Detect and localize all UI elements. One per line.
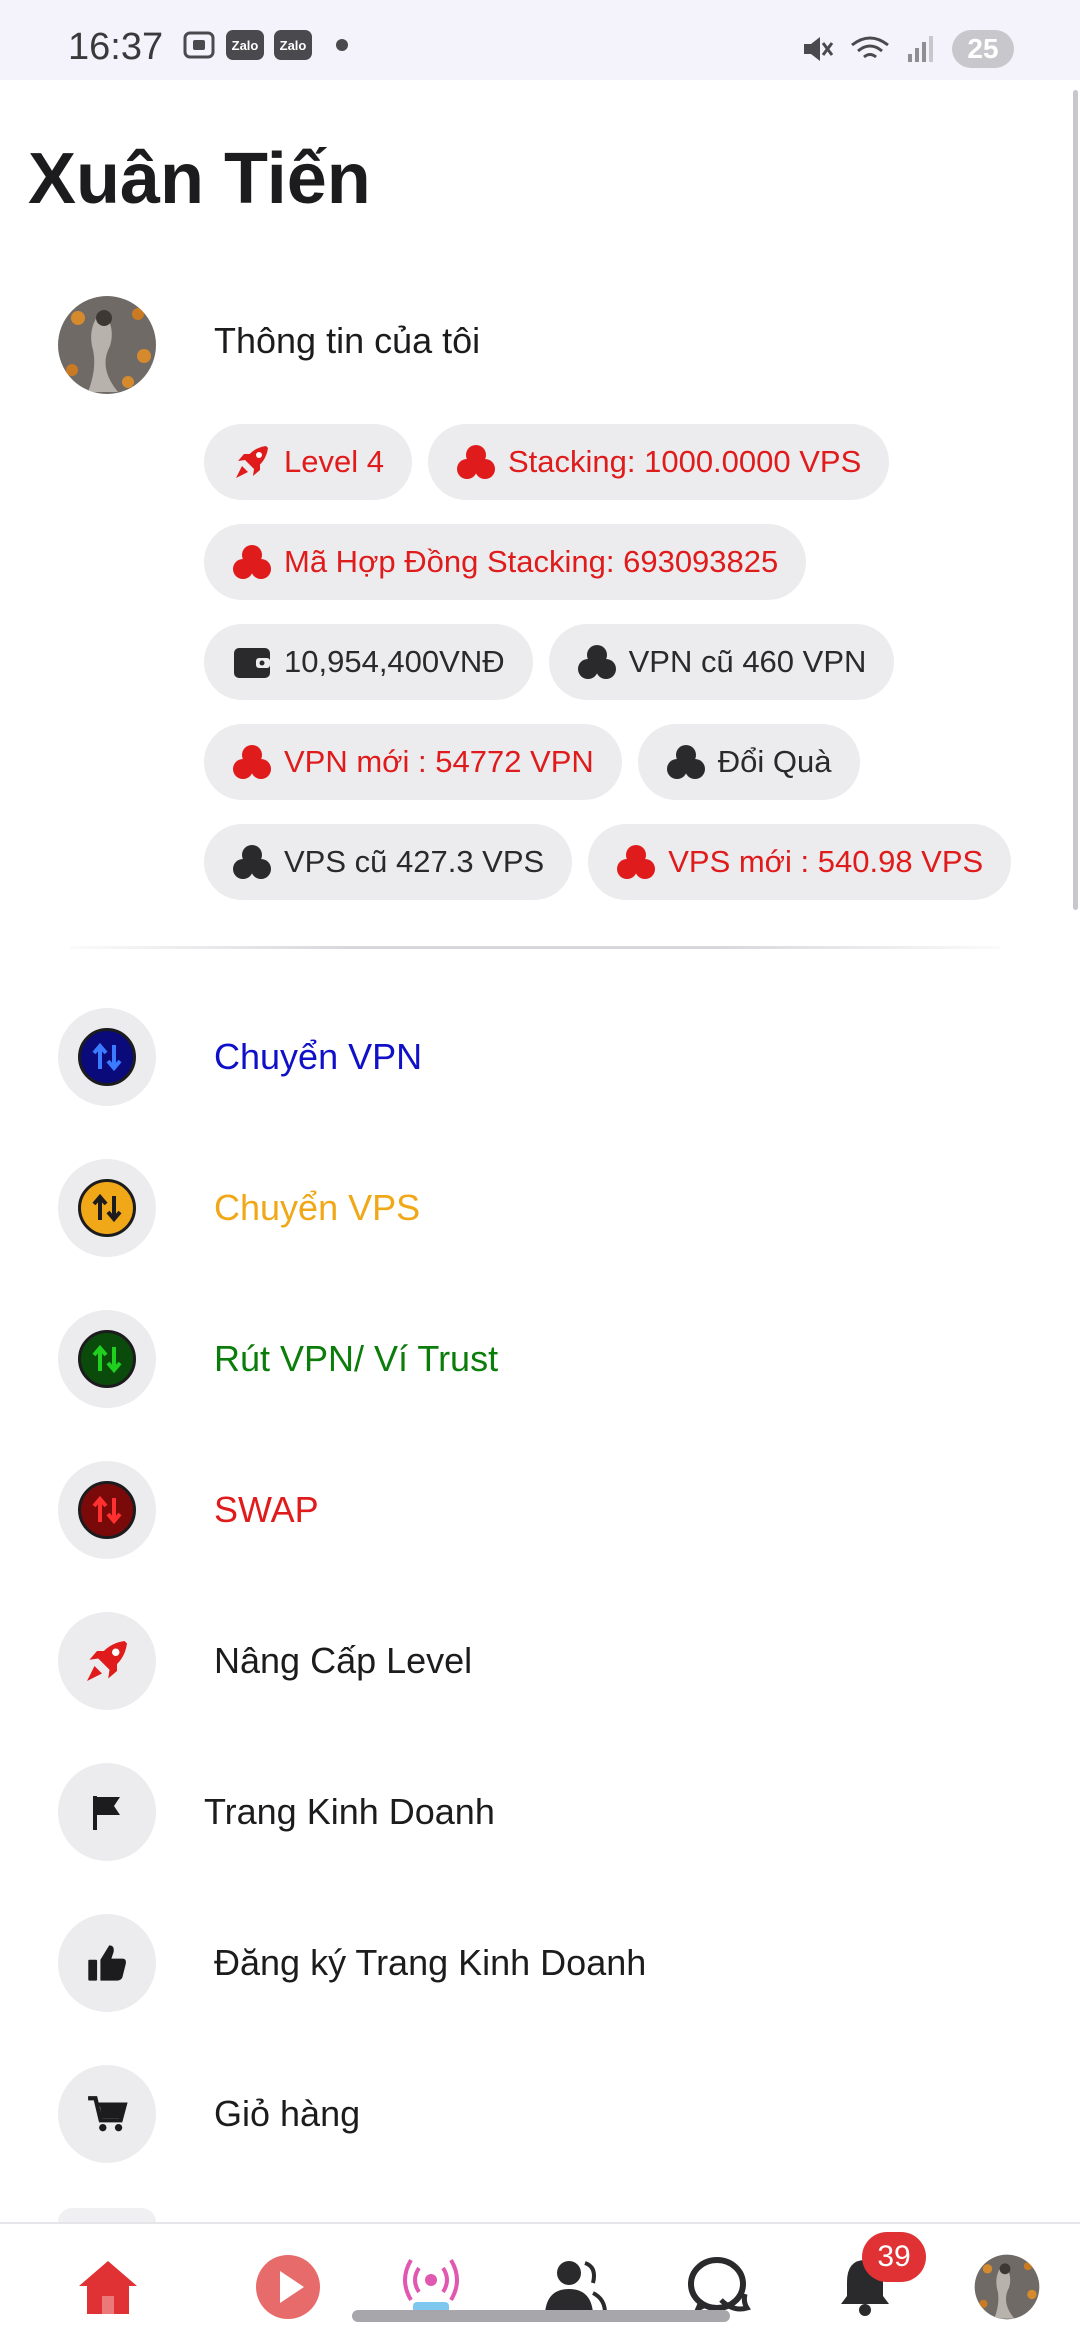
home-icon bbox=[79, 2261, 137, 2314]
thumbs-up-icon bbox=[88, 1945, 126, 1981]
flag-icon bbox=[93, 1796, 120, 1830]
coins-icon bbox=[616, 842, 656, 882]
old-vps-chip[interactable]: VPS cũ 427.3 VPS bbox=[204, 824, 573, 900]
zalo-icon: Zalo bbox=[226, 30, 264, 60]
wallet-icon bbox=[232, 642, 272, 682]
menu-item-label: Trang Kinh Doanh bbox=[204, 1791, 495, 1832]
stacking-chip[interactable]: Stacking: 1000.0000 VPS bbox=[427, 424, 890, 500]
status-time: 16:37 bbox=[68, 26, 164, 68]
cart-icon bbox=[88, 2096, 128, 2132]
menu-item-swap[interactable]: SWAP bbox=[0, 1453, 1080, 1573]
my-info-link[interactable]: Thông tin của tôi bbox=[214, 320, 480, 362]
chip-label: Đổi Quà bbox=[717, 744, 832, 779]
chip-label: 10,954,400VNĐ bbox=[284, 644, 505, 679]
status-left-icons: Zalo Zalo bbox=[182, 30, 348, 60]
avatar[interactable] bbox=[58, 296, 156, 394]
status-right-icons: 25 bbox=[800, 30, 1014, 68]
coins-icon bbox=[666, 742, 706, 782]
coins-icon bbox=[577, 642, 617, 682]
chip-label: VPS cũ 427.3 VPS bbox=[284, 844, 545, 879]
wifi-icon bbox=[851, 36, 889, 59]
menu-item-transfer-vps[interactable]: Chuyển VPS bbox=[0, 1151, 1080, 1271]
menu-item-withdraw-vpn[interactable]: Rút VPN/ Ví Trust bbox=[0, 1302, 1080, 1422]
menu-item-business-page[interactable]: Trang Kinh Doanh bbox=[0, 1755, 1080, 1875]
notification-dot-icon bbox=[336, 39, 348, 51]
menu-item-label: Rút VPN/ Ví Trust bbox=[214, 1338, 499, 1379]
transfer-icon bbox=[78, 1179, 136, 1237]
menu-item-label: Chuyển VPS bbox=[214, 1187, 421, 1228]
nav-profile-avatar[interactable] bbox=[972, 2252, 1042, 2322]
signal-icon bbox=[908, 36, 933, 62]
menu-item-label: SWAP bbox=[214, 1489, 319, 1530]
rocket-icon bbox=[87, 1641, 127, 1681]
transfer-icon bbox=[78, 1481, 136, 1539]
level-chip[interactable]: Level 4 bbox=[204, 424, 412, 500]
home-indicator[interactable] bbox=[352, 2310, 730, 2322]
zalo-icon: Zalo bbox=[274, 30, 312, 60]
stacking-contract-chip[interactable]: Mã Hợp Đồng Stacking: 693093825 bbox=[204, 524, 807, 600]
status-bar: 16:37 Zalo Zalo 25 bbox=[0, 0, 1080, 80]
play-icon bbox=[256, 2255, 320, 2319]
menu-item-transfer-vpn[interactable]: Chuyển VPN bbox=[0, 1000, 1080, 1120]
old-vpn-chip[interactable]: VPN cũ 460 VPN bbox=[548, 624, 895, 700]
chip-label: VPS mới : 540.98 VPS bbox=[668, 844, 984, 879]
notification-badge: 39 bbox=[862, 2232, 926, 2282]
chip-label: Stacking: 1000.0000 VPS bbox=[507, 444, 862, 479]
new-vps-chip[interactable]: VPS mới : 540.98 VPS bbox=[588, 824, 1012, 900]
menu-item-upgrade-level[interactable]: Nâng Cấp Level bbox=[0, 1604, 1080, 1724]
chip-label: VPN cũ 460 VPN bbox=[628, 644, 867, 679]
menu-item-register-business[interactable]: Đăng ký Trang Kinh Doanh bbox=[0, 1906, 1080, 2026]
wallet-balance-chip[interactable]: 10,954,400VNĐ bbox=[204, 624, 533, 700]
friends-icon bbox=[545, 2261, 607, 2314]
menu-item-cart[interactable]: Giỏ hàng bbox=[0, 2057, 1080, 2177]
battery-indicator: 25 bbox=[952, 30, 1014, 68]
rocket-icon bbox=[232, 442, 272, 482]
coins-icon bbox=[232, 542, 272, 582]
chat-icon bbox=[688, 2257, 751, 2314]
page-title: Xuân Tiến bbox=[28, 139, 371, 219]
divider bbox=[70, 946, 1000, 949]
account-chips: Level 4 Stacking: 1000.0000 VPS Mã Hợp Đ… bbox=[204, 424, 1034, 924]
chip-label: VPN mới : 54772 VPN bbox=[284, 744, 594, 779]
chip-label: Mã Hợp Đồng Stacking: 693093825 bbox=[284, 544, 779, 579]
coins-icon bbox=[232, 842, 272, 882]
redeem-gift-chip[interactable]: Đổi Quà bbox=[637, 724, 860, 800]
menu-item-label: Nâng Cấp Level bbox=[214, 1640, 473, 1681]
chip-label: Level 4 bbox=[284, 444, 384, 479]
avatar bbox=[974, 2254, 1040, 2320]
transfer-icon bbox=[78, 1330, 136, 1388]
nav-video[interactable] bbox=[253, 2252, 323, 2322]
next-menu-item-peek bbox=[58, 2208, 156, 2222]
scrollbar[interactable] bbox=[1073, 90, 1078, 910]
menu-item-label: Đăng ký Trang Kinh Doanh bbox=[214, 1942, 647, 1983]
screenshot-icon bbox=[183, 31, 215, 59]
nav-home[interactable] bbox=[73, 2252, 143, 2322]
mute-icon bbox=[804, 37, 834, 61]
transfer-icon bbox=[78, 1028, 136, 1086]
menu-item-label: Giỏ hàng bbox=[214, 2093, 361, 2134]
coins-icon bbox=[456, 442, 496, 482]
menu-item-label: Chuyển VPN bbox=[214, 1036, 423, 1077]
coins-icon bbox=[232, 742, 272, 782]
new-vpn-chip[interactable]: VPN mới : 54772 VPN bbox=[204, 724, 622, 800]
